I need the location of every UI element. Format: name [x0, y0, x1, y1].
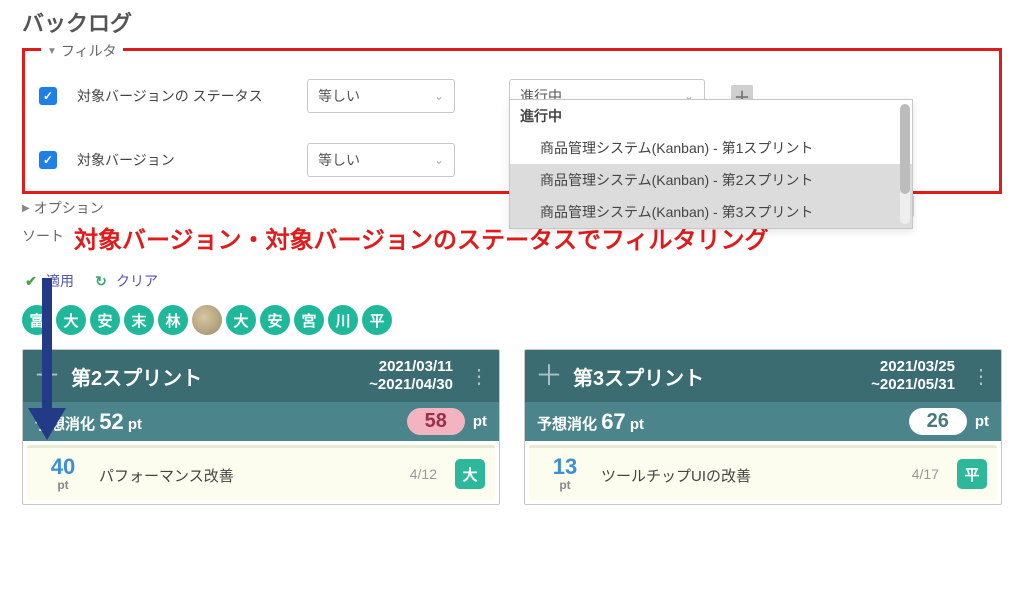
card-date: 4/17 [912, 466, 939, 482]
page-title: バックログ [0, 0, 1024, 48]
sprint-title: 第2スプリント [71, 362, 359, 391]
card-points: 13 pt [539, 456, 591, 492]
avatar[interactable]: 安 [260, 305, 290, 335]
avatar[interactable]: 大 [226, 305, 256, 335]
avatar[interactable]: 林 [158, 305, 188, 335]
dropdown-group-label: 進行中 [510, 100, 912, 132]
sprint-dates: 2021/03/11 ~2021/04/30 [369, 358, 453, 394]
filter-panel: ▼ フィルタ ✓ 対象バージョンの ステータス 等しい ⌄ 進行中 ⌄ ＋ ✓ … [22, 48, 1002, 194]
value-select-version-wrap: 進行中 商品管理システム(Kanban) - 第1スプリント 商品管理システム(… [509, 143, 705, 177]
dropdown-option[interactable]: 商品管理システム(Kanban) - 第3スプリント [510, 196, 912, 228]
sprint-date-to: ~2021/04/30 [369, 376, 453, 393]
backlog-card[interactable]: 40 pt パフォーマンス改善 4/12 大 [27, 445, 495, 500]
kebab-menu-icon[interactable]: ⋮ [463, 364, 489, 389]
dropdown-option[interactable]: 商品管理システム(Kanban) - 第2スプリント [510, 164, 912, 196]
avatar[interactable]: 平 [362, 305, 392, 335]
version-dropdown: 進行中 商品管理システム(Kanban) - 第1スプリント 商品管理システム(… [509, 99, 913, 229]
filter-label-status: 対象バージョンの ステータス [77, 86, 287, 106]
est-points: 52 [99, 409, 123, 434]
sprint-subheader: 予想消化 67 pt 26 pt [525, 402, 1001, 441]
avatar[interactable] [192, 305, 222, 335]
sprint-date-from: 2021/03/11 [379, 358, 453, 375]
annotation-arrow [36, 278, 56, 448]
avatar[interactable]: 末 [124, 305, 154, 335]
card-points-value: 40 [37, 456, 89, 478]
sprint-header: ＋ 第2スプリント 2021/03/11 ~2021/04/30 ⋮ [23, 350, 499, 402]
sprint-dates: 2021/03/25 ~2021/05/31 [871, 358, 955, 394]
add-card-button[interactable]: ＋ [535, 362, 563, 390]
sprint-column: ＋ 第3スプリント 2021/03/25 ~2021/05/31 ⋮ 予想消化 … [524, 349, 1002, 505]
sprint-header: ＋ 第3スプリント 2021/03/25 ~2021/05/31 ⋮ [525, 350, 1001, 402]
card-points-value: 13 [539, 456, 591, 478]
filter-legend-label: フィルタ [61, 41, 117, 61]
sprint-estimate: 予想消化 52 pt [35, 409, 407, 435]
card-date: 4/12 [410, 466, 437, 482]
options-label: オプション [34, 198, 104, 218]
card-points-unit: pt [37, 478, 89, 492]
card-assignee-badge[interactable]: 平 [957, 459, 987, 489]
card-assignee-badge[interactable]: 大 [455, 459, 485, 489]
avatar[interactable]: 安 [90, 305, 120, 335]
est-unit: pt [128, 416, 142, 433]
avatar[interactable]: 大 [56, 305, 86, 335]
sprint-badge: 26 [909, 408, 967, 435]
filter-legend[interactable]: ▼ フィルタ [41, 41, 123, 61]
operator-select-version-value: 等しい [318, 150, 360, 170]
sprint-subheader: 予想消化 52 pt 58 pt [23, 402, 499, 441]
avatar-row: 富 大 安 末 林 大 安 宮 川 平 [0, 305, 1024, 349]
checkbox-version[interactable]: ✓ [39, 151, 57, 169]
chevron-right-icon: ▶ [22, 203, 30, 214]
card-points: 40 pt [37, 456, 89, 492]
card-title: ツールチップUIの改善 [601, 463, 902, 486]
card-title: パフォーマンス改善 [99, 463, 400, 486]
checkbox-status[interactable]: ✓ [39, 87, 57, 105]
filter-row-version: ✓ 対象バージョン 等しい ⌄ 進行中 商品管理システム(Kanban) - 第… [39, 143, 985, 177]
kebab-menu-icon[interactable]: ⋮ [965, 364, 991, 389]
badge-unit: pt [975, 413, 989, 430]
filter-actions: ✔ 適用 ↻ クリア [0, 271, 1024, 305]
avatar[interactable]: 宮 [294, 305, 324, 335]
backlog-card[interactable]: 13 pt ツールチップUIの改善 4/17 平 [529, 445, 997, 500]
operator-select-status[interactable]: 等しい ⌄ [307, 79, 455, 113]
est-label: 予想消化 [537, 416, 597, 433]
card-points-unit: pt [539, 478, 591, 492]
sprint-date-from: 2021/03/25 [880, 358, 955, 375]
chevron-down-icon: ⌄ [434, 153, 444, 167]
clear-label: クリア [116, 271, 158, 291]
operator-select-status-value: 等しい [318, 86, 360, 106]
operator-select-version[interactable]: 等しい ⌄ [307, 143, 455, 177]
sprint-title: 第3スプリント [573, 362, 861, 391]
sprint-date-to: ~2021/05/31 [871, 376, 955, 393]
sprint-badge: 58 [407, 408, 465, 435]
filter-label-version: 対象バージョン [77, 150, 287, 170]
sprint-columns: ＋ 第2スプリント 2021/03/11 ~2021/04/30 ⋮ 予想消化 … [0, 349, 1024, 505]
sprint-estimate: 予想消化 67 pt [537, 409, 909, 435]
reload-icon: ↻ [92, 272, 110, 290]
clear-button[interactable]: ↻ クリア [92, 271, 158, 291]
avatar[interactable]: 川 [328, 305, 358, 335]
dropdown-option[interactable]: 商品管理システム(Kanban) - 第1スプリント [510, 132, 912, 164]
est-unit: pt [630, 416, 644, 433]
chevron-down-icon: ▼ [47, 46, 57, 57]
sprint-column: ＋ 第2スプリント 2021/03/11 ~2021/04/30 ⋮ 予想消化 … [22, 349, 500, 505]
chevron-down-icon: ⌄ [434, 89, 444, 103]
est-points: 67 [601, 409, 625, 434]
badge-unit: pt [473, 413, 487, 430]
scrollbar-thumb[interactable] [900, 104, 910, 194]
